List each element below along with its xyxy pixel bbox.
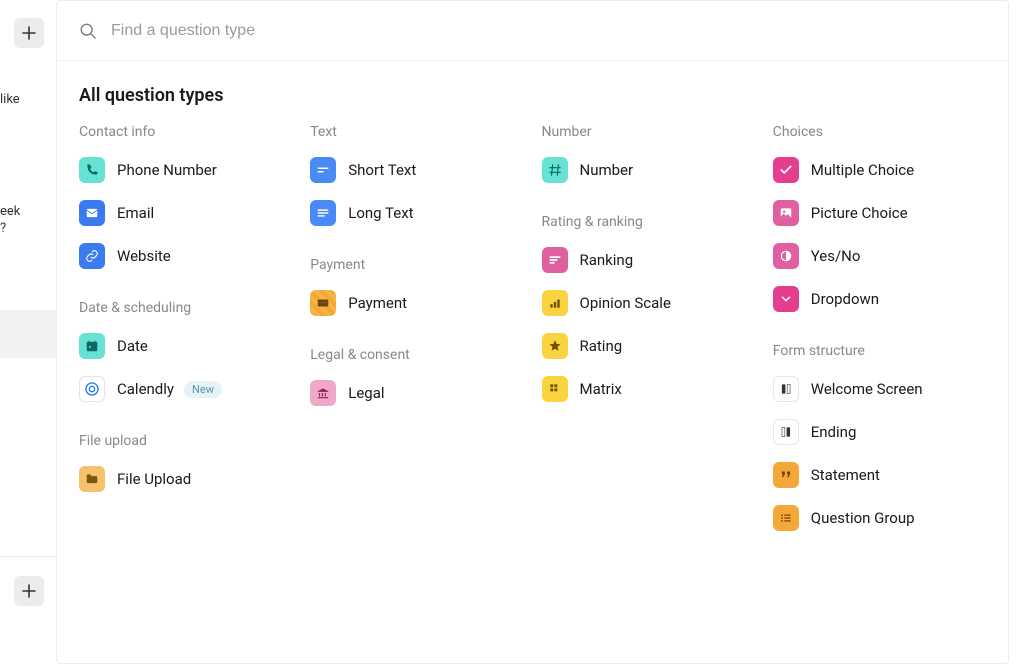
ending-icon bbox=[773, 419, 799, 445]
plus-icon bbox=[22, 26, 36, 40]
type-rating[interactable]: Rating bbox=[542, 332, 755, 360]
search-bar bbox=[57, 1, 1008, 61]
group-header-contact: Contact info bbox=[79, 124, 292, 140]
sidebar-truncated-text: ? bbox=[0, 221, 60, 236]
type-label: Number bbox=[580, 161, 634, 179]
group-header-choices: Choices bbox=[773, 124, 986, 140]
star-icon bbox=[542, 333, 568, 359]
type-label: Multiple Choice bbox=[811, 161, 914, 179]
list-icon bbox=[773, 505, 799, 531]
type-short-text[interactable]: Short Text bbox=[310, 156, 523, 184]
type-label: Ending bbox=[811, 423, 857, 441]
type-label: Rating bbox=[580, 337, 623, 355]
email-icon bbox=[79, 200, 105, 226]
type-label: Ranking bbox=[580, 251, 634, 269]
panel-title: All question types bbox=[79, 85, 986, 106]
type-label: Picture Choice bbox=[811, 204, 908, 222]
quote-icon bbox=[773, 462, 799, 488]
group-header-structure: Form structure bbox=[773, 343, 986, 359]
group-header-rating: Rating & ranking bbox=[542, 214, 755, 230]
credit-card-icon bbox=[310, 290, 336, 316]
type-question-group[interactable]: Question Group bbox=[773, 504, 986, 532]
type-ranking[interactable]: Ranking bbox=[542, 246, 755, 274]
calendly-icon bbox=[79, 376, 105, 402]
type-label: Website bbox=[117, 247, 171, 265]
type-matrix[interactable]: Matrix bbox=[542, 375, 755, 403]
type-label: Question Group bbox=[811, 509, 915, 527]
type-file-upload[interactable]: File Upload bbox=[79, 465, 292, 493]
group-header-number: Number bbox=[542, 124, 755, 140]
sidebar-truncated-text: like bbox=[0, 92, 60, 107]
bank-icon bbox=[310, 380, 336, 406]
half-circle-icon bbox=[773, 243, 799, 269]
type-label: Statement bbox=[811, 466, 880, 484]
type-ending[interactable]: Ending bbox=[773, 418, 986, 446]
type-picture-choice[interactable]: Picture Choice bbox=[773, 199, 986, 227]
long-text-icon bbox=[310, 200, 336, 226]
sidebar-left: like eek ? bbox=[0, 0, 60, 664]
type-label: Dropdown bbox=[811, 290, 879, 308]
type-long-text[interactable]: Long Text bbox=[310, 199, 523, 227]
sidebar-divider bbox=[0, 556, 60, 557]
add-button-bottom[interactable] bbox=[14, 576, 44, 606]
sidebar-truncated-text: eek bbox=[0, 204, 60, 219]
type-label: Yes/No bbox=[811, 247, 861, 265]
type-label: Legal bbox=[348, 384, 384, 402]
search-input[interactable] bbox=[111, 22, 986, 40]
type-opinion-scale[interactable]: Opinion Scale bbox=[542, 289, 755, 317]
type-label: Date bbox=[117, 337, 148, 355]
type-website[interactable]: Website bbox=[79, 242, 292, 270]
type-label: Email bbox=[117, 204, 154, 222]
link-icon bbox=[79, 243, 105, 269]
type-label: File Upload bbox=[117, 470, 191, 488]
short-text-icon bbox=[310, 157, 336, 183]
type-multiple-choice[interactable]: Multiple Choice bbox=[773, 156, 986, 184]
chevron-down-icon bbox=[773, 286, 799, 312]
type-label: Long Text bbox=[348, 204, 413, 222]
type-number[interactable]: Number bbox=[542, 156, 755, 184]
type-label: Matrix bbox=[580, 380, 622, 398]
type-phone-number[interactable]: Phone Number bbox=[79, 156, 292, 184]
type-label: Payment bbox=[348, 294, 407, 312]
group-header-payment: Payment bbox=[310, 257, 523, 273]
folder-icon bbox=[79, 466, 105, 492]
type-label: Short Text bbox=[348, 161, 416, 179]
question-type-panel: All question types Contact info Phone Nu… bbox=[56, 0, 1009, 664]
ranking-icon bbox=[542, 247, 568, 273]
type-label: Calendly bbox=[117, 380, 174, 398]
type-label: Welcome Screen bbox=[811, 380, 923, 398]
type-email[interactable]: Email bbox=[79, 199, 292, 227]
type-label: Opinion Scale bbox=[580, 294, 671, 312]
matrix-icon bbox=[542, 376, 568, 402]
group-header-text: Text bbox=[310, 124, 523, 140]
phone-icon bbox=[79, 157, 105, 183]
type-legal[interactable]: Legal bbox=[310, 379, 523, 407]
sidebar-active-row bbox=[0, 310, 60, 358]
hash-icon bbox=[542, 157, 568, 183]
type-welcome-screen[interactable]: Welcome Screen bbox=[773, 375, 986, 403]
type-payment[interactable]: Payment bbox=[310, 289, 523, 317]
check-icon bbox=[773, 157, 799, 183]
group-header-legal: Legal & consent bbox=[310, 347, 523, 363]
type-date[interactable]: Date bbox=[79, 332, 292, 360]
search-icon bbox=[79, 22, 97, 40]
new-badge: New bbox=[184, 381, 222, 398]
add-button-top[interactable] bbox=[14, 18, 44, 48]
welcome-icon bbox=[773, 376, 799, 402]
type-label: Phone Number bbox=[117, 161, 217, 179]
type-dropdown[interactable]: Dropdown bbox=[773, 285, 986, 313]
plus-icon bbox=[22, 584, 36, 598]
calendar-icon bbox=[79, 333, 105, 359]
type-yes-no[interactable]: Yes/No bbox=[773, 242, 986, 270]
type-calendly[interactable]: Calendly New bbox=[79, 375, 292, 403]
group-header-file: File upload bbox=[79, 433, 292, 449]
image-icon bbox=[773, 200, 799, 226]
type-statement[interactable]: Statement bbox=[773, 461, 986, 489]
group-header-date: Date & scheduling bbox=[79, 300, 292, 316]
bar-chart-icon bbox=[542, 290, 568, 316]
